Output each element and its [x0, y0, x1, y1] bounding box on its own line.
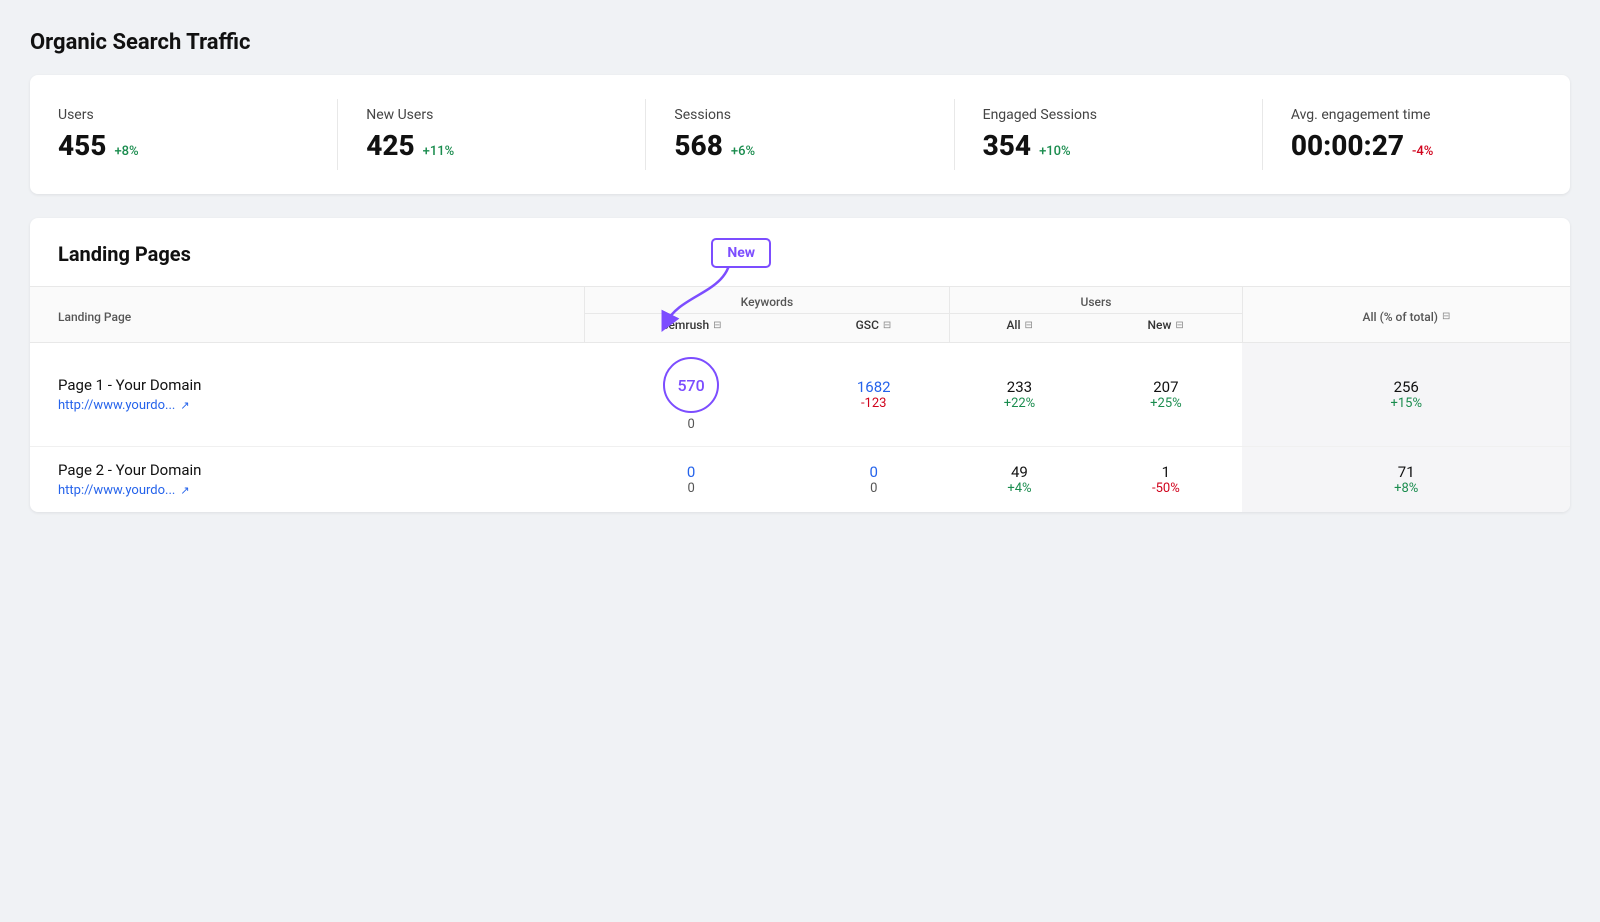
metric-avg-label: Avg. engagement time	[1291, 107, 1542, 123]
semrush-filter-icon[interactable]: ⊟	[713, 320, 721, 331]
page2-users-all-main: 49	[962, 463, 1078, 481]
page2-users-new-main: 1	[1101, 463, 1230, 481]
metric-new-users-value: 425	[366, 129, 414, 162]
metric-users-change: +8%	[114, 144, 138, 159]
page1-users-new-sub: +25%	[1101, 396, 1230, 411]
metric-users-label: Users	[58, 107, 309, 123]
page2-users-new-cell: 1 -50%	[1089, 447, 1242, 513]
page1-all-pct-main: 256	[1254, 378, 1558, 396]
col-landing-page: Landing Page	[30, 287, 584, 343]
col-users-new: New ⊟	[1089, 314, 1242, 343]
metric-engaged-sessions: Engaged Sessions 354 +10%	[955, 99, 1263, 170]
page2-gsc-sub: 0	[810, 481, 938, 496]
page2-all-pct-main: 71	[1254, 463, 1558, 481]
page2-gsc-main: 0	[810, 463, 938, 481]
metric-new-users-label: New Users	[366, 107, 617, 123]
page1-all-pct-sub: +15%	[1254, 396, 1558, 411]
page-title: Organic Search Traffic	[30, 30, 1570, 55]
page1-name: Page 1 - Your Domain	[58, 376, 572, 394]
col-keywords-group: Keywords	[584, 287, 949, 314]
page2-gsc-cell: 0 0	[798, 447, 950, 513]
col-all-pct-header: All (% of total) ⊟	[1242, 287, 1570, 343]
page2-semrush-main: 0	[596, 463, 786, 481]
users-all-filter-icon[interactable]: ⊟	[1025, 320, 1033, 331]
page1-url[interactable]: http://www.yourdo... ↗︎	[58, 398, 572, 413]
landing-pages-section: Landing Pages Landing Page Keywords User…	[30, 218, 1570, 512]
col-users-group: Users	[950, 287, 1243, 314]
page2-users-all-cell: 49 +4%	[950, 447, 1090, 513]
external-link-icon-2[interactable]: ↗︎	[180, 484, 189, 497]
page1-users-all-cell: 233 +22%	[950, 343, 1090, 447]
page1-gsc-sub: -123	[810, 396, 938, 411]
page2-url[interactable]: http://www.yourdo... ↗︎	[58, 483, 572, 498]
metrics-card: Users 455 +8% New Users 425 +11% Session…	[30, 75, 1570, 194]
page1-all-pct-cell: 256 +15%	[1242, 343, 1570, 447]
page2-semrush-sub: 0	[596, 481, 786, 496]
table-row: Page 1 - Your Domain http://www.yourdo..…	[30, 343, 1570, 447]
landing-pages-table: Landing Page Keywords Users All (% of to…	[30, 286, 1570, 512]
metric-sessions-label: Sessions	[674, 107, 925, 123]
metric-users: Users 455 +8%	[30, 99, 338, 170]
page1-users-all-main: 233	[962, 378, 1078, 396]
all-pct-filter: All (% of total) ⊟	[1363, 310, 1451, 324]
metric-avg-engagement: Avg. engagement time 00:00:27 -4%	[1263, 99, 1570, 170]
page1-cell: Page 1 - Your Domain http://www.yourdo..…	[30, 343, 584, 447]
page1-gsc-cell: 1682 -123	[798, 343, 950, 447]
page1-users-new-cell: 207 +25%	[1089, 343, 1242, 447]
metric-engaged-label: Engaged Sessions	[983, 107, 1234, 123]
page1-semrush-circle: 570	[663, 357, 719, 413]
page2-users-all-sub: +4%	[962, 481, 1078, 496]
page1-semrush-cell: New 570 0	[584, 343, 798, 447]
metric-avg-value: 00:00:27	[1291, 129, 1404, 162]
col-semrush: Semrush ⊟	[584, 314, 798, 343]
metric-sessions-value: 568	[674, 129, 722, 162]
metric-users-value: 455	[58, 129, 106, 162]
users-new-filter-icon[interactable]: ⊟	[1175, 320, 1183, 331]
page2-all-pct-cell: 71 +8%	[1242, 447, 1570, 513]
external-link-icon[interactable]: ↗︎	[180, 399, 189, 412]
page2-all-pct-sub: +8%	[1254, 481, 1558, 496]
table-row: Page 2 - Your Domain http://www.yourdo..…	[30, 447, 1570, 513]
metric-sessions-change: +6%	[731, 144, 755, 159]
page2-cell: Page 2 - Your Domain http://www.yourdo..…	[30, 447, 584, 513]
page1-users-new-main: 207	[1101, 378, 1230, 396]
metric-sessions: Sessions 568 +6%	[646, 99, 954, 170]
all-pct-filter-icon[interactable]: ⊟	[1442, 311, 1450, 322]
page1-semrush-sub: 0	[596, 417, 786, 432]
gsc-filter-icon[interactable]: ⊟	[883, 320, 891, 331]
metric-avg-change: -4%	[1412, 144, 1433, 159]
page2-name: Page 2 - Your Domain	[58, 461, 572, 479]
metric-engaged-value: 354	[983, 129, 1031, 162]
metric-new-users-change: +11%	[423, 144, 455, 159]
table-header-top: Landing Page Keywords Users All (% of to…	[30, 287, 1570, 314]
page1-users-all-sub: +22%	[962, 396, 1078, 411]
landing-pages-title: Landing Pages	[30, 242, 1570, 286]
col-gsc: GSC ⊟	[798, 314, 950, 343]
page2-users-new-sub: -50%	[1101, 481, 1230, 496]
col-users-all: All ⊟	[950, 314, 1090, 343]
page1-gsc-main: 1682	[810, 378, 938, 396]
metric-new-users: New Users 425 +11%	[338, 99, 646, 170]
page2-semrush-cell: 0 0	[584, 447, 798, 513]
metric-engaged-change: +10%	[1039, 144, 1071, 159]
